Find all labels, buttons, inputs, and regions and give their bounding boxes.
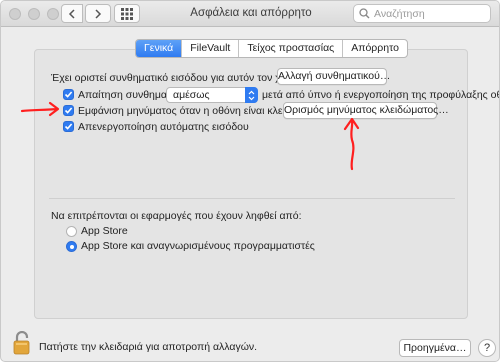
- tab-general[interactable]: Γενικά: [136, 40, 183, 57]
- disable-auto-login-checkbox[interactable]: [63, 121, 74, 132]
- radio-app-store-label: App Store: [81, 225, 128, 237]
- padlock-open-icon: [13, 330, 30, 355]
- help-button[interactable]: ?: [478, 339, 496, 357]
- password-status-text: Έχει οριστεί συνθηματικό εισόδου για αυτ…: [51, 72, 310, 84]
- show-message-checkbox[interactable]: [63, 105, 74, 116]
- tab-privacy[interactable]: Απόρρητο: [343, 40, 407, 57]
- require-password-delay-value: αμέσως: [173, 89, 210, 101]
- radio-app-store[interactable]: [66, 226, 77, 237]
- section-divider: [49, 198, 455, 199]
- tab-bar: Γενικά FileVault Τείχος προστασίας Απόρρ…: [135, 39, 408, 58]
- search-input[interactable]: [374, 6, 486, 21]
- checkmark-icon: [64, 123, 73, 130]
- require-password-checkbox[interactable]: [63, 89, 74, 100]
- require-password-suffix: μετά από ύπνο ή ενεργοποίηση της προφύλα…: [262, 89, 500, 101]
- change-password-button[interactable]: Αλλαγή συνθηματικού…: [277, 68, 390, 85]
- tab-firewall[interactable]: Τείχος προστασίας: [239, 40, 344, 57]
- search-field[interactable]: [353, 4, 491, 23]
- lock-hint-text: Πατήστε την κλειδαριά για αποτροπή αλλαγ…: [39, 341, 258, 353]
- disable-auto-login-label: Απενεργοποίηση αυτόματης εισόδου: [78, 121, 249, 133]
- set-lock-message-button[interactable]: Ορισμός μηνύματος κλειδώματος…: [283, 102, 449, 119]
- checkmark-icon: [64, 91, 73, 98]
- advanced-button[interactable]: Προηγμένα…: [399, 339, 471, 357]
- tab-filevault[interactable]: FileVault: [182, 40, 240, 57]
- allowed-apps-heading: Να επιτρέπονται οι εφαρμογές που έχουν λ…: [51, 210, 302, 222]
- radio-app-store-identified-developers-label: App Store και αναγνωρισμένους προγραμματ…: [81, 240, 315, 252]
- preferences-window: Ασφάλεια και απόρρητο Γενικά FileVault Τ…: [0, 0, 500, 362]
- checkmark-icon: [64, 107, 73, 114]
- lock-button[interactable]: [13, 330, 33, 358]
- search-icon: [359, 8, 370, 19]
- updown-arrows-icon: [245, 87, 258, 103]
- require-password-delay-select[interactable]: αμέσως: [166, 87, 258, 103]
- radio-app-store-identified-developers[interactable]: [66, 241, 77, 252]
- title-bar: Ασφάλεια και απόρρητο: [1, 1, 499, 27]
